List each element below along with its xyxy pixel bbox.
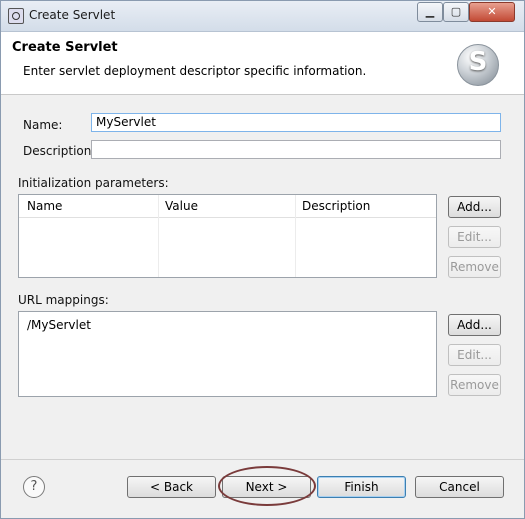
url-mappings-add-button[interactable]: Add... (448, 314, 501, 336)
next-button[interactable]: Next > (222, 476, 311, 498)
minimize-button[interactable]: ▁ (417, 2, 443, 22)
window-title: Create Servlet (29, 8, 116, 22)
column-divider (158, 195, 159, 277)
logo-letter: S (468, 47, 488, 77)
init-params-table[interactable]: Name Value Description (18, 194, 437, 278)
init-params-add-button[interactable]: Add... (448, 196, 501, 218)
maximize-button[interactable]: ▢ (443, 2, 469, 22)
url-mappings-label: URL mappings: (18, 293, 109, 307)
name-label: Name: (23, 118, 63, 132)
url-mappings-remove-button[interactable]: Remove (448, 374, 501, 396)
column-header-description[interactable]: Description (302, 199, 370, 213)
name-input[interactable]: MyServlet (91, 113, 501, 132)
init-params-label: Initialization parameters: (18, 176, 169, 190)
eclipse-app-icon (8, 8, 24, 24)
back-button[interactable]: < Back (127, 476, 216, 498)
description-label: Description: (23, 144, 96, 158)
create-servlet-dialog: Create Servlet ▁ ▢ ✕ Create Servlet Ente… (0, 0, 525, 519)
title-bar[interactable]: Create Servlet ▁ ▢ ✕ (1, 1, 524, 32)
init-params-table-header: Name Value Description (19, 195, 436, 218)
list-item[interactable]: /MyServlet (27, 318, 91, 332)
column-divider (295, 195, 296, 277)
close-button[interactable]: ✕ (469, 2, 515, 22)
init-params-edit-button[interactable]: Edit... (448, 226, 501, 248)
description-input[interactable] (91, 140, 501, 159)
footer-separator (1, 459, 524, 460)
cancel-button[interactable]: Cancel (415, 476, 504, 498)
url-mappings-edit-button[interactable]: Edit... (448, 344, 501, 366)
servlet-logo-icon: S (457, 44, 499, 86)
help-icon[interactable]: ? (23, 476, 45, 498)
column-header-value[interactable]: Value (165, 199, 198, 213)
url-mappings-list[interactable]: /MyServlet (18, 311, 437, 397)
wizard-header: Create Servlet Enter servlet deployment … (1, 32, 524, 95)
page-title: Create Servlet (12, 40, 118, 55)
page-description: Enter servlet deployment descriptor spec… (23, 64, 367, 78)
init-params-remove-button[interactable]: Remove (448, 256, 501, 278)
column-header-name[interactable]: Name (27, 199, 62, 213)
finish-button[interactable]: Finish (317, 476, 406, 498)
